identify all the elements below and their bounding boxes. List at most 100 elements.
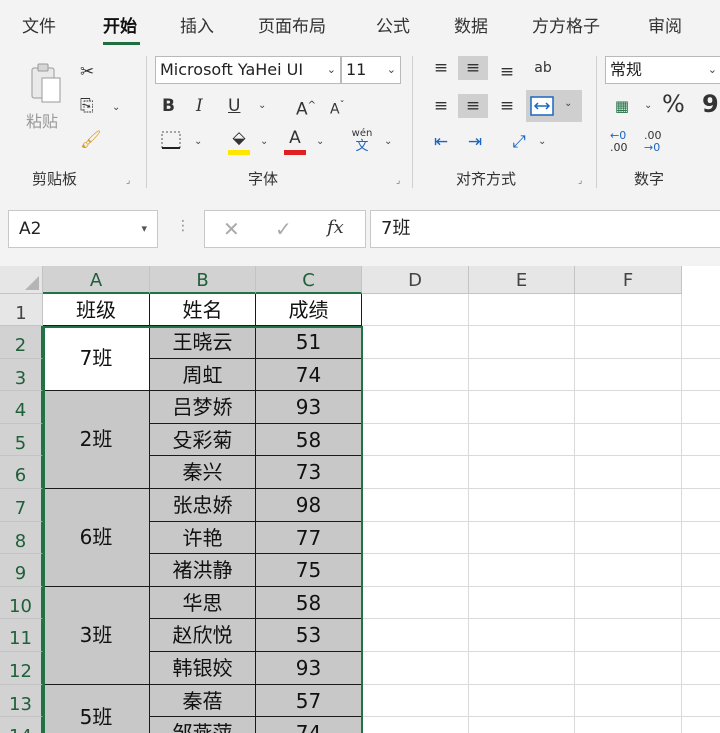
formula-input[interactable]: 7班: [370, 210, 720, 248]
underline-dropdown-icon[interactable]: ⌄: [258, 100, 266, 111]
row-header-13[interactable]: 13: [0, 684, 43, 718]
tab-page-layout[interactable]: 页面布局: [258, 12, 326, 37]
score-cell[interactable]: 93: [256, 652, 362, 685]
font-color-dropdown-icon[interactable]: ⌄: [316, 136, 324, 147]
column-header-f[interactable]: F: [575, 266, 682, 294]
phonetic-dropdown-icon[interactable]: ⌄: [384, 136, 392, 147]
score-cell[interactable]: 51: [256, 326, 362, 359]
score-cell[interactable]: 58: [256, 586, 362, 620]
score-cell[interactable]: 93: [256, 391, 362, 424]
shrink-font-button[interactable]: Aˇ: [330, 94, 345, 122]
tab-formulas[interactable]: 公式: [376, 12, 410, 37]
score-cell[interactable]: 74: [256, 358, 362, 392]
accounting-format-icon[interactable]: ▦: [608, 94, 636, 118]
underline-button[interactable]: U: [228, 94, 240, 118]
row-header-8[interactable]: 8: [0, 521, 43, 555]
increase-decimal-button[interactable]: ←0 .00: [610, 130, 636, 154]
font-launcher-icon[interactable]: ⌟: [396, 176, 400, 186]
decrease-indent-icon[interactable]: ⇤: [428, 130, 454, 154]
row-header-10[interactable]: 10: [0, 586, 43, 620]
row-header-14[interactable]: 14: [0, 717, 43, 733]
enter-icon[interactable]: ✓: [275, 217, 292, 241]
more-options-icon[interactable]: ⋮: [176, 218, 190, 234]
comma-button[interactable]: 9: [702, 92, 719, 116]
number-format-select[interactable]: 常规 ⌄: [605, 56, 720, 84]
align-right-icon[interactable]: ≡: [494, 94, 520, 118]
orientation-icon[interactable]: ab: [530, 56, 556, 80]
name-cell[interactable]: 邹燕萍: [150, 717, 256, 733]
row-header-1[interactable]: 1: [0, 294, 43, 326]
row-header-12[interactable]: 12: [0, 652, 43, 685]
tab-file[interactable]: 文件: [22, 12, 56, 37]
class-cell[interactable]: 6班: [43, 489, 150, 587]
name-cell[interactable]: 吕梦娇: [150, 391, 256, 424]
copy-icon[interactable]: ⎘: [80, 94, 94, 118]
tab-data[interactable]: 数据: [454, 12, 488, 37]
align-middle-icon[interactable]: ≡: [458, 56, 488, 80]
increase-indent-icon[interactable]: ⇥: [462, 130, 488, 154]
score-cell[interactable]: 98: [256, 489, 362, 522]
class-cell[interactable]: 2班: [43, 391, 150, 489]
worksheet-grid[interactable]: ABCDEF 1234567891011121314 班级姓名成绩7班王晓云51…: [0, 266, 720, 733]
row-header-9[interactable]: 9: [0, 554, 43, 587]
insert-function-icon[interactable]: fx: [327, 217, 344, 238]
align-center-icon[interactable]: ≡: [458, 94, 488, 118]
row-header-6[interactable]: 6: [0, 456, 43, 489]
name-cell[interactable]: 华思: [150, 586, 256, 620]
accounting-dropdown-icon[interactable]: ⌄: [644, 100, 652, 111]
decrease-decimal-button[interactable]: .00 →0: [644, 130, 670, 154]
select-all-button[interactable]: [0, 266, 43, 294]
header-cell[interactable]: 班级: [43, 294, 150, 326]
paste-button[interactable]: [24, 62, 68, 106]
score-cell[interactable]: 75: [256, 554, 362, 587]
font-color-button[interactable]: A: [282, 126, 308, 155]
row-header-5[interactable]: 5: [0, 423, 43, 457]
percent-button[interactable]: %: [662, 92, 685, 116]
header-cell[interactable]: 成绩: [256, 294, 362, 326]
tab-review[interactable]: 审阅: [648, 12, 682, 37]
orientation-dropdown-icon[interactable]: ⌄: [538, 136, 546, 147]
column-header-d[interactable]: D: [362, 266, 469, 294]
name-cell[interactable]: 褚洪静: [150, 554, 256, 587]
header-cell[interactable]: 姓名: [150, 294, 256, 326]
font-name-select[interactable]: Microsoft YaHei UI ⌄: [155, 56, 341, 84]
name-cell[interactable]: 张忠娇: [150, 489, 256, 522]
name-cell[interactable]: 周虹: [150, 358, 256, 392]
column-header-e[interactable]: E: [469, 266, 575, 294]
name-cell[interactable]: 殳彩菊: [150, 423, 256, 457]
merge-center-button[interactable]: ⌄: [526, 90, 582, 122]
border-icon[interactable]: [160, 130, 182, 157]
name-cell[interactable]: 秦兴: [150, 456, 256, 489]
name-cell[interactable]: 韩银姣: [150, 652, 256, 685]
name-cell[interactable]: 许艳: [150, 521, 256, 555]
score-cell[interactable]: 74: [256, 717, 362, 733]
column-header-a[interactable]: A: [43, 266, 150, 294]
score-cell[interactable]: 77: [256, 521, 362, 555]
tab-fangfang[interactable]: 方方格子: [532, 12, 600, 37]
column-header-c[interactable]: C: [256, 266, 362, 294]
align-top-icon[interactable]: ≡: [428, 56, 454, 80]
score-cell[interactable]: 73: [256, 456, 362, 489]
bold-button[interactable]: B: [162, 94, 175, 118]
score-cell[interactable]: 58: [256, 423, 362, 457]
name-box[interactable]: A2 ▾: [8, 210, 158, 248]
copy-dropdown-icon[interactable]: ⌄: [112, 102, 120, 113]
clipboard-launcher-icon[interactable]: ⌟: [126, 176, 130, 186]
score-cell[interactable]: 57: [256, 684, 362, 718]
alignment-launcher-icon[interactable]: ⌟: [578, 176, 582, 186]
align-left-icon[interactable]: ≡: [428, 94, 454, 118]
fill-color-button[interactable]: ⬙: [226, 126, 252, 155]
row-header-4[interactable]: 4: [0, 391, 43, 424]
score-cell[interactable]: 53: [256, 619, 362, 652]
class-cell[interactable]: 5班: [43, 684, 150, 733]
cut-icon[interactable]: ✂: [80, 60, 94, 84]
grow-font-button[interactable]: A^: [296, 94, 316, 122]
class-cell[interactable]: 7班: [43, 326, 150, 392]
row-header-11[interactable]: 11: [0, 619, 43, 652]
cancel-icon[interactable]: ✕: [223, 217, 240, 241]
italic-button[interactable]: I: [196, 94, 203, 118]
border-dropdown-icon[interactable]: ⌄: [194, 136, 202, 147]
angle-text-icon[interactable]: ⤢: [506, 130, 532, 154]
column-header-b[interactable]: B: [150, 266, 256, 294]
name-cell[interactable]: 秦蓓: [150, 684, 256, 718]
